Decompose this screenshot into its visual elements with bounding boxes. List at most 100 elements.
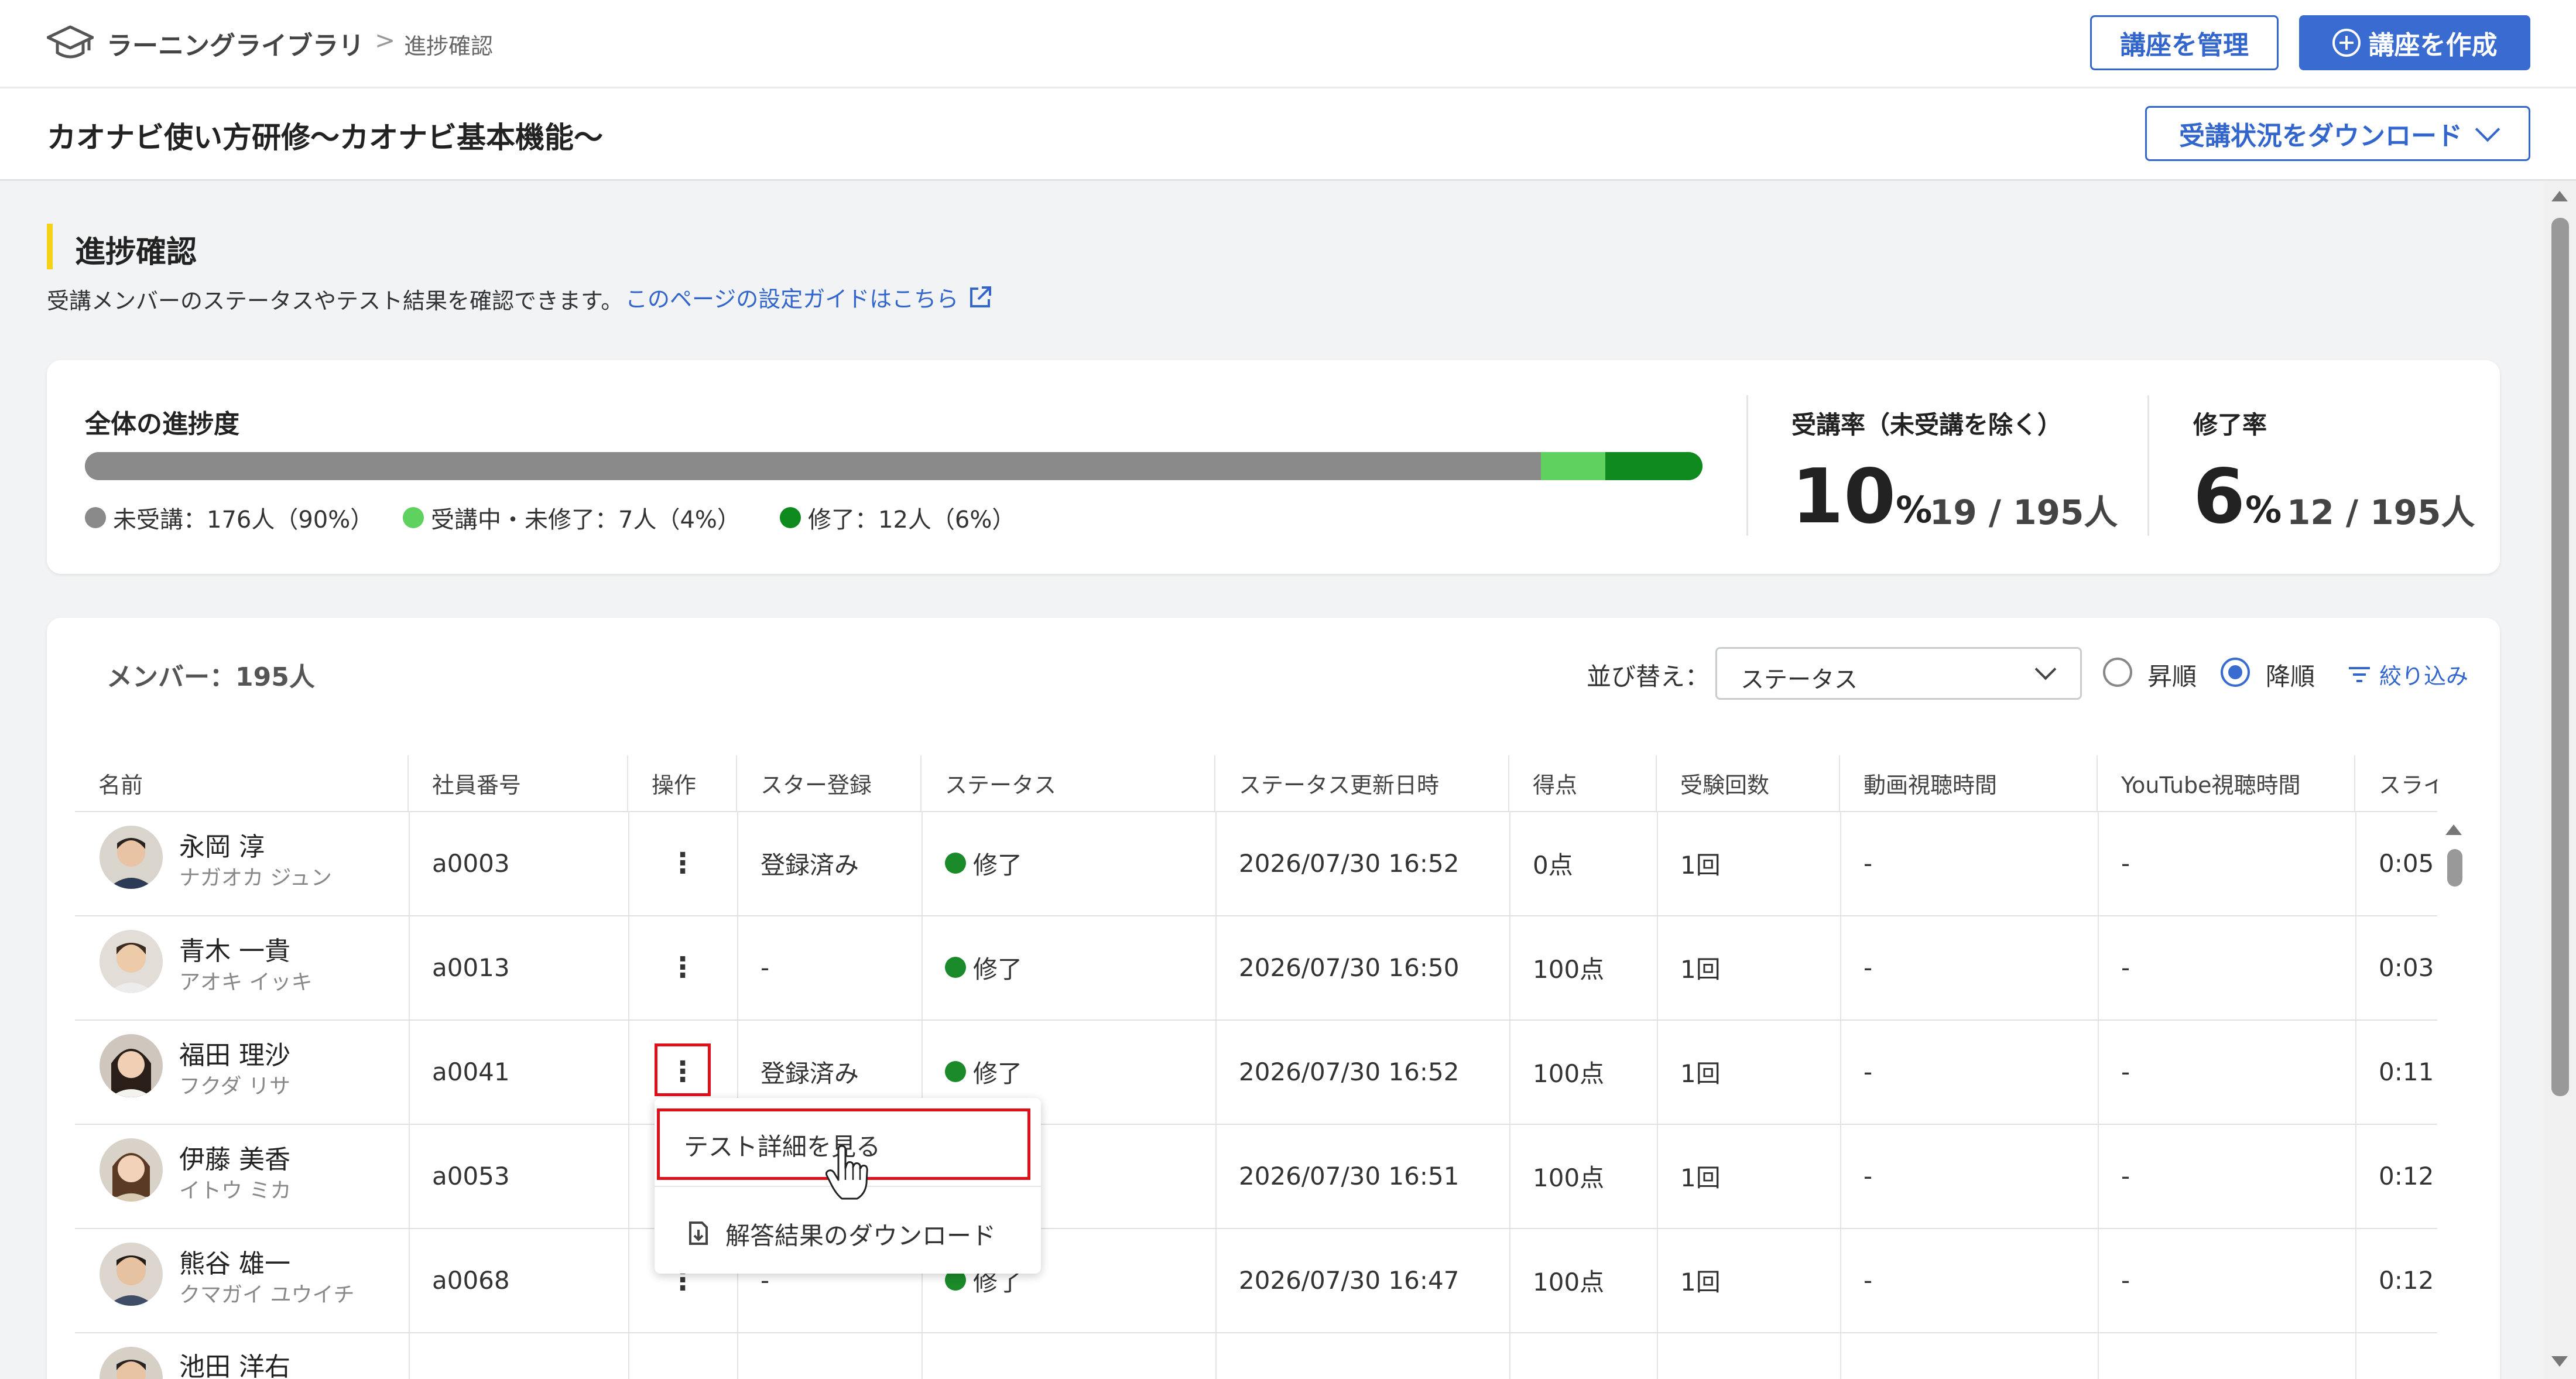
radio-descending[interactable] [2221, 658, 2250, 687]
employee-id: a0068 [432, 1265, 510, 1295]
breadcrumb-current: 進捗確認 [404, 33, 494, 59]
stats-divider [1746, 395, 1748, 536]
status-label: 修了 [973, 850, 1023, 880]
star-status: 登録済み [761, 850, 859, 880]
col-header-youtube-time[interactable]: YouTube視聴時間 [2098, 755, 2355, 811]
download-icon [689, 1221, 708, 1245]
attempts: 1回 [1680, 850, 1721, 880]
status: 修了 [922, 915, 1022, 1019]
col-header-status[interactable]: ステータス [922, 755, 1215, 811]
legend-in-progress: 受講中・未修了：7人（4%） [403, 501, 741, 535]
legend-completed: 修了：12人（6%） [780, 501, 1015, 535]
breadcrumb-root[interactable]: ラーニングライブラリ [107, 25, 364, 62]
member-kana: クマガイ ユウイチ [179, 1283, 355, 1307]
slide-time: 0:11 [2379, 1057, 2434, 1086]
score: 100点 [1533, 1163, 1605, 1192]
youtube-time: - [2121, 1265, 2130, 1295]
member-name[interactable]: 池田 洋右 [179, 1346, 290, 1379]
col-header-star[interactable]: スター登録 [737, 755, 922, 811]
page-scroll-down[interactable] [2551, 1356, 2568, 1367]
completion-rate-unit: % [2245, 488, 2282, 531]
top-bar: ラーニングライブラリ > 進捗確認 講座を管理 講座を作成 [0, 0, 2576, 88]
video-time: - [1864, 1057, 1873, 1086]
guide-link[interactable]: このページの設定ガイドはこちら [625, 281, 994, 313]
member-name[interactable]: 永岡 淳 [179, 826, 265, 863]
col-header-actions: 操作 [628, 755, 737, 811]
table-scrollbar-thumb[interactable] [2447, 849, 2462, 887]
progress-bar [85, 452, 1703, 480]
app-window: ラーニングライブラリ > 進捗確認 講座を管理 講座を作成 カオナビ使い方研修〜… [0, 0, 2576, 1379]
member-name[interactable]: 福田 理沙 [179, 1034, 290, 1072]
avatar [100, 1347, 163, 1379]
page-scrollbar-thumb[interactable] [2551, 218, 2569, 1096]
attempts: 1回 [1680, 954, 1721, 984]
attendance-rate-value: 10% [1791, 460, 1932, 535]
create-course-button[interactable]: 講座を作成 [2299, 15, 2530, 70]
table-scroll-up[interactable] [2445, 824, 2462, 835]
create-course-label: 講座を作成 [2368, 30, 2498, 60]
status-updated: 2026/07/30 16:47 [1239, 1265, 1460, 1295]
page-scroll-up[interactable] [2551, 191, 2568, 201]
status-complete-dot [945, 853, 966, 874]
completion-rate-value: 6% [2193, 460, 2282, 535]
col-header-slide-time[interactable]: スライ [2355, 755, 2437, 811]
col-header-name[interactable]: 名前 [75, 755, 409, 811]
status: 修了 [922, 811, 1022, 915]
member-kana: イトウ ミカ [179, 1179, 292, 1203]
sort-select[interactable]: ステータス [1715, 647, 2082, 700]
kebab-icon[interactable]: ⋮ [659, 944, 706, 991]
kebab-icon[interactable]: ⋮ [659, 840, 706, 887]
avatar [100, 930, 163, 993]
completion-rate-label: 修了率 [2193, 410, 2267, 439]
radio-ascending[interactable] [2103, 658, 2132, 687]
status-updated: 2026/07/30 16:52 [1239, 1057, 1460, 1086]
col-header-employee-id[interactable]: 社員番号 [409, 755, 628, 811]
slide-time: 0:05 [2379, 848, 2434, 878]
progress-segment [1605, 452, 1703, 480]
course-header: カオナビ使い方研修〜カオナビ基本機能〜 受講状況をダウンロード [0, 88, 2576, 181]
member-kana: ナガオカ ジュン [179, 866, 332, 890]
download-status-button[interactable]: 受講状況をダウンロード [2145, 106, 2530, 161]
guide-link-label: このページの設定ガイドはこちら [625, 286, 959, 312]
col-header-updated[interactable]: ステータス更新日時 [1215, 755, 1509, 811]
video-time: - [1864, 1265, 1873, 1295]
attempts: 1回 [1680, 1163, 1721, 1192]
col-header-video-time[interactable]: 動画視聴時間 [1840, 755, 2098, 811]
attempts: 1回 [1680, 1267, 1721, 1296]
status-updated: 2026/07/30 16:51 [1239, 1161, 1460, 1190]
status-complete-dot [945, 957, 966, 978]
attendance-rate-number: 10 [1791, 453, 1896, 540]
filter-button[interactable]: 絞り込み [2348, 658, 2468, 690]
chevron-down-icon [2475, 117, 2500, 142]
stats-divider-2 [2147, 395, 2149, 536]
member-name[interactable]: 伊藤 美香 [179, 1138, 290, 1176]
video-time: - [1864, 1161, 1873, 1190]
employee-id: a0041 [432, 1057, 510, 1086]
status-label: 修了 [973, 1059, 1023, 1088]
col-header-attempts[interactable]: 受験回数 [1657, 755, 1840, 811]
score: 0点 [1533, 850, 1573, 880]
youtube-time: - [2121, 1057, 2130, 1086]
completion-rate-fraction: 12 / 195人 [2287, 492, 2475, 532]
member-name[interactable]: 熊谷 雄一 [179, 1243, 290, 1280]
star-status: - [761, 953, 770, 982]
legend-not-started-label: 未受講：176人（90%） [113, 507, 374, 533]
youtube-time: - [2121, 953, 2130, 982]
status-updated: 2026/07/30 16:50 [1239, 953, 1460, 982]
member-name[interactable]: 青木 一貴 [179, 930, 290, 967]
breadcrumb-separator: > [375, 26, 396, 54]
completion-rate-number: 6 [2193, 453, 2246, 540]
legend-completed-label: 修了：12人（6%） [808, 507, 1016, 533]
plus-circle-icon [2332, 29, 2361, 57]
legend-dot-green [780, 507, 801, 528]
score: 100点 [1533, 954, 1605, 984]
employee-id: a0003 [432, 848, 510, 878]
manage-course-button[interactable]: 講座を管理 [2090, 15, 2279, 70]
radio-ascending-label: 昇順 [2147, 662, 2197, 691]
radio-descending-label: 降順 [2266, 662, 2315, 691]
col-header-score[interactable]: 得点 [1509, 755, 1657, 811]
member-kana: フクダ リサ [179, 1075, 291, 1099]
menu-item-download-answers[interactable]: 解答結果のダウンロード [687, 1216, 996, 1252]
sort-select-value: ステータス [1741, 666, 1858, 693]
status-label: 修了 [973, 954, 1023, 984]
